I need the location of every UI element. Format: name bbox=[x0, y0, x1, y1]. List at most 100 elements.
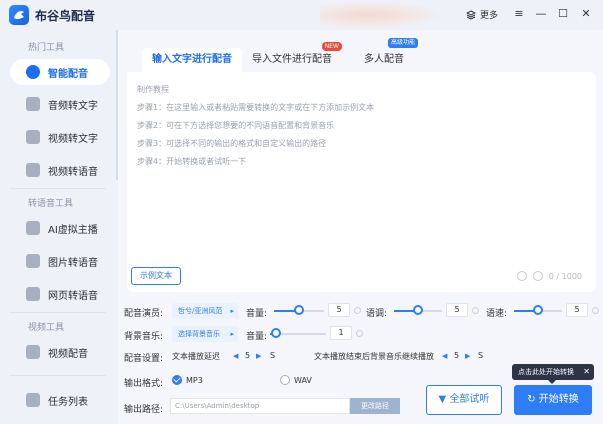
tab-import-file[interactable]: 导入文件进行配音 NEW bbox=[242, 42, 342, 72]
editor-placeholder-step4: 步骤4：开始转换或者试听一下 bbox=[137, 157, 247, 166]
bgm-select[interactable]: 选择背景音乐 ▸ bbox=[172, 326, 238, 342]
bgm-select-value: 选择背景音乐 bbox=[178, 330, 220, 338]
increase-after-icon[interactable]: ▶ bbox=[465, 352, 470, 360]
text-editor[interactable]: 制作教程 步骤1：在这里输入或者粘贴需要转换的文字或在下方添加示例文本 步骤2：… bbox=[127, 72, 596, 292]
more-label: 更多 bbox=[480, 11, 499, 21]
speed-reset-icon[interactable] bbox=[592, 307, 599, 314]
bgm-label: 背景音乐: bbox=[124, 332, 164, 342]
speed-value[interactable]: 5 bbox=[566, 303, 588, 317]
speed-slider-handle[interactable] bbox=[533, 305, 543, 315]
volume-reset-icon[interactable] bbox=[354, 307, 361, 314]
decrease-delay-icon[interactable]: ◀ bbox=[233, 352, 238, 360]
close-button[interactable]: ✕ bbox=[579, 7, 593, 21]
speed-label: 语速: bbox=[486, 309, 508, 319]
sidebar: 热门工具 智能配音 音频转文字 视频转文字 视频转语音 转语音工具 AI虚拟主播… bbox=[0, 30, 116, 424]
editor-tools: 0 / 1000 bbox=[516, 271, 582, 281]
app-window: 布谷鸟配音 更多 ≡ — ☐ ✕ 热门工具 智能配音 音频转文字 视频转文字 视… bbox=[0, 0, 603, 424]
refresh-icon: ↻ bbox=[527, 394, 536, 405]
tab-label: 导入文件进行配音 bbox=[252, 54, 332, 65]
sidebar-item-label: 视频配音 bbox=[48, 348, 88, 360]
char-count: 0 / 1000 bbox=[548, 271, 582, 281]
increase-delay-icon[interactable]: ▶ bbox=[256, 352, 261, 360]
sidebar-item-label: 智能配音 bbox=[48, 68, 88, 80]
tab-input-text[interactable]: 输入文字进行配音 bbox=[142, 48, 242, 72]
change-path-button[interactable]: 更改路径 bbox=[350, 398, 400, 414]
sidebar-item-ai-anchor[interactable]: AI虚拟主播 bbox=[10, 215, 110, 241]
menu-icon[interactable]: ≡ bbox=[512, 7, 526, 21]
sample-text-button[interactable]: 示例文本 bbox=[131, 267, 181, 285]
start-convert-label: 开始转换 bbox=[538, 394, 579, 405]
tab-label: 多人配音 bbox=[364, 54, 404, 65]
format-label: 输出格式: bbox=[124, 379, 164, 389]
clear-icon[interactable] bbox=[532, 271, 543, 281]
video-dub-icon bbox=[26, 345, 40, 359]
sidebar-item-video-to-text[interactable]: 视频转文字 bbox=[10, 124, 110, 150]
minimize-button[interactable]: — bbox=[534, 7, 548, 21]
mp3-radio[interactable] bbox=[172, 375, 182, 385]
sidebar-item-smart-dub[interactable]: 智能配音 bbox=[10, 59, 110, 85]
delay-value: 5 bbox=[245, 351, 251, 360]
output-path-input[interactable]: C:\Users\Admin\desktop bbox=[170, 398, 350, 414]
title-bar: 布谷鸟配音 更多 ≡ — ☐ ✕ bbox=[0, 0, 603, 30]
sidebar-item-image-to-voice[interactable]: 图片转语音 bbox=[10, 248, 110, 274]
start-convert-button[interactable]: ↻ 开始转换 bbox=[514, 385, 592, 415]
chevron-down-icon: ▼ bbox=[438, 394, 447, 405]
bgm-volume-label: 音量: bbox=[246, 332, 268, 342]
maximize-button[interactable]: ☐ bbox=[556, 7, 570, 21]
audio-to-text-icon bbox=[26, 97, 40, 111]
editor-placeholder-step1: 步骤1：在这里输入或者粘贴需要转换的文字或在下方添加示例文本 bbox=[137, 103, 375, 112]
config-label: 配音设置: bbox=[124, 354, 164, 364]
pitch-value[interactable]: 5 bbox=[446, 303, 468, 317]
sidebar-item-video-to-voice[interactable]: 视频转语音 bbox=[10, 157, 110, 183]
sidebar-item-label: 视频转语音 bbox=[48, 166, 98, 178]
sidebar-item-video-dub[interactable]: 视频配音 bbox=[10, 339, 110, 365]
pitch-slider-handle[interactable] bbox=[413, 305, 423, 315]
sidebar-section-convert: 转语音工具 bbox=[28, 199, 74, 209]
editor-placeholder-step3: 步骤3：可选择不同的输出的格式和自定义输出的路径 bbox=[137, 139, 327, 148]
voice-select[interactable]: 哲兮/亚洲风范 ▸ bbox=[172, 303, 238, 319]
ai-anchor-icon bbox=[26, 221, 40, 235]
path-label: 输出路径: bbox=[124, 405, 164, 415]
editor-placeholder-step2: 步骤2：可在下方选择您想要的不同语音配置和背景音乐 bbox=[137, 121, 335, 130]
sidebar-item-web-to-voice[interactable]: 网页转语音 bbox=[10, 281, 110, 307]
more-button[interactable]: 更多 bbox=[466, 8, 498, 21]
sidebar-divider bbox=[10, 375, 106, 376]
pitch-reset-icon[interactable] bbox=[472, 307, 479, 314]
sidebar-item-label: 音频转文字 bbox=[48, 100, 98, 112]
sidebar-item-audio-to-text[interactable]: 音频转文字 bbox=[10, 91, 110, 117]
bgm-volume-reset-icon[interactable] bbox=[356, 330, 363, 337]
premium-badge: 高级功能 bbox=[387, 38, 418, 48]
wav-radio[interactable] bbox=[280, 375, 290, 385]
smart-dub-icon bbox=[26, 65, 40, 79]
voice-select-value: 哲兮/亚洲风范 bbox=[178, 307, 223, 315]
tab-multi-voice[interactable]: 多人配音 高级功能 bbox=[342, 38, 422, 72]
add-icon[interactable] bbox=[516, 271, 527, 281]
mp3-label: MP3 bbox=[186, 376, 203, 385]
caret-right-icon: ▸ bbox=[230, 330, 234, 338]
tooltip-text: 点击此处开始转换 bbox=[518, 368, 574, 376]
volume-slider-handle[interactable] bbox=[294, 305, 304, 315]
after-value: 5 bbox=[454, 351, 460, 360]
tab-bar: 输入文字进行配音 导入文件进行配音 NEW 多人配音 高级功能 bbox=[142, 38, 422, 72]
caret-right-icon: ▸ bbox=[230, 307, 234, 315]
delay-label: 文本播放延迟 bbox=[172, 352, 220, 361]
start-tooltip: 点击此处开始转换 ✕ bbox=[512, 364, 594, 384]
volume-label: 音量: bbox=[246, 309, 268, 319]
decrease-after-icon[interactable]: ◀ bbox=[442, 352, 447, 360]
bgm-volume-value[interactable]: 1 bbox=[330, 326, 352, 340]
sidebar-item-label: 图片转语音 bbox=[48, 257, 98, 269]
editor-placeholder-title: 制作教程 bbox=[137, 85, 169, 94]
volume-value[interactable]: 5 bbox=[328, 303, 350, 317]
sidebar-item-task-list[interactable]: 任务列表 bbox=[10, 387, 110, 413]
video-to-text-icon bbox=[26, 130, 40, 144]
sidebar-divider bbox=[10, 188, 106, 189]
tab-label: 输入文字进行配音 bbox=[152, 54, 232, 65]
sidebar-item-label: AI虚拟主播 bbox=[48, 224, 98, 236]
sidebar-item-label: 视频转文字 bbox=[48, 133, 98, 145]
close-icon[interactable]: ✕ bbox=[583, 364, 590, 380]
sidebar-section-video: 视频工具 bbox=[28, 323, 65, 333]
bgm-volume-slider-handle[interactable] bbox=[270, 328, 281, 338]
after-unit: S bbox=[478, 351, 484, 360]
listen-all-button[interactable]: ▼ 全部试听 bbox=[426, 385, 502, 415]
web-to-voice-icon bbox=[26, 287, 40, 301]
